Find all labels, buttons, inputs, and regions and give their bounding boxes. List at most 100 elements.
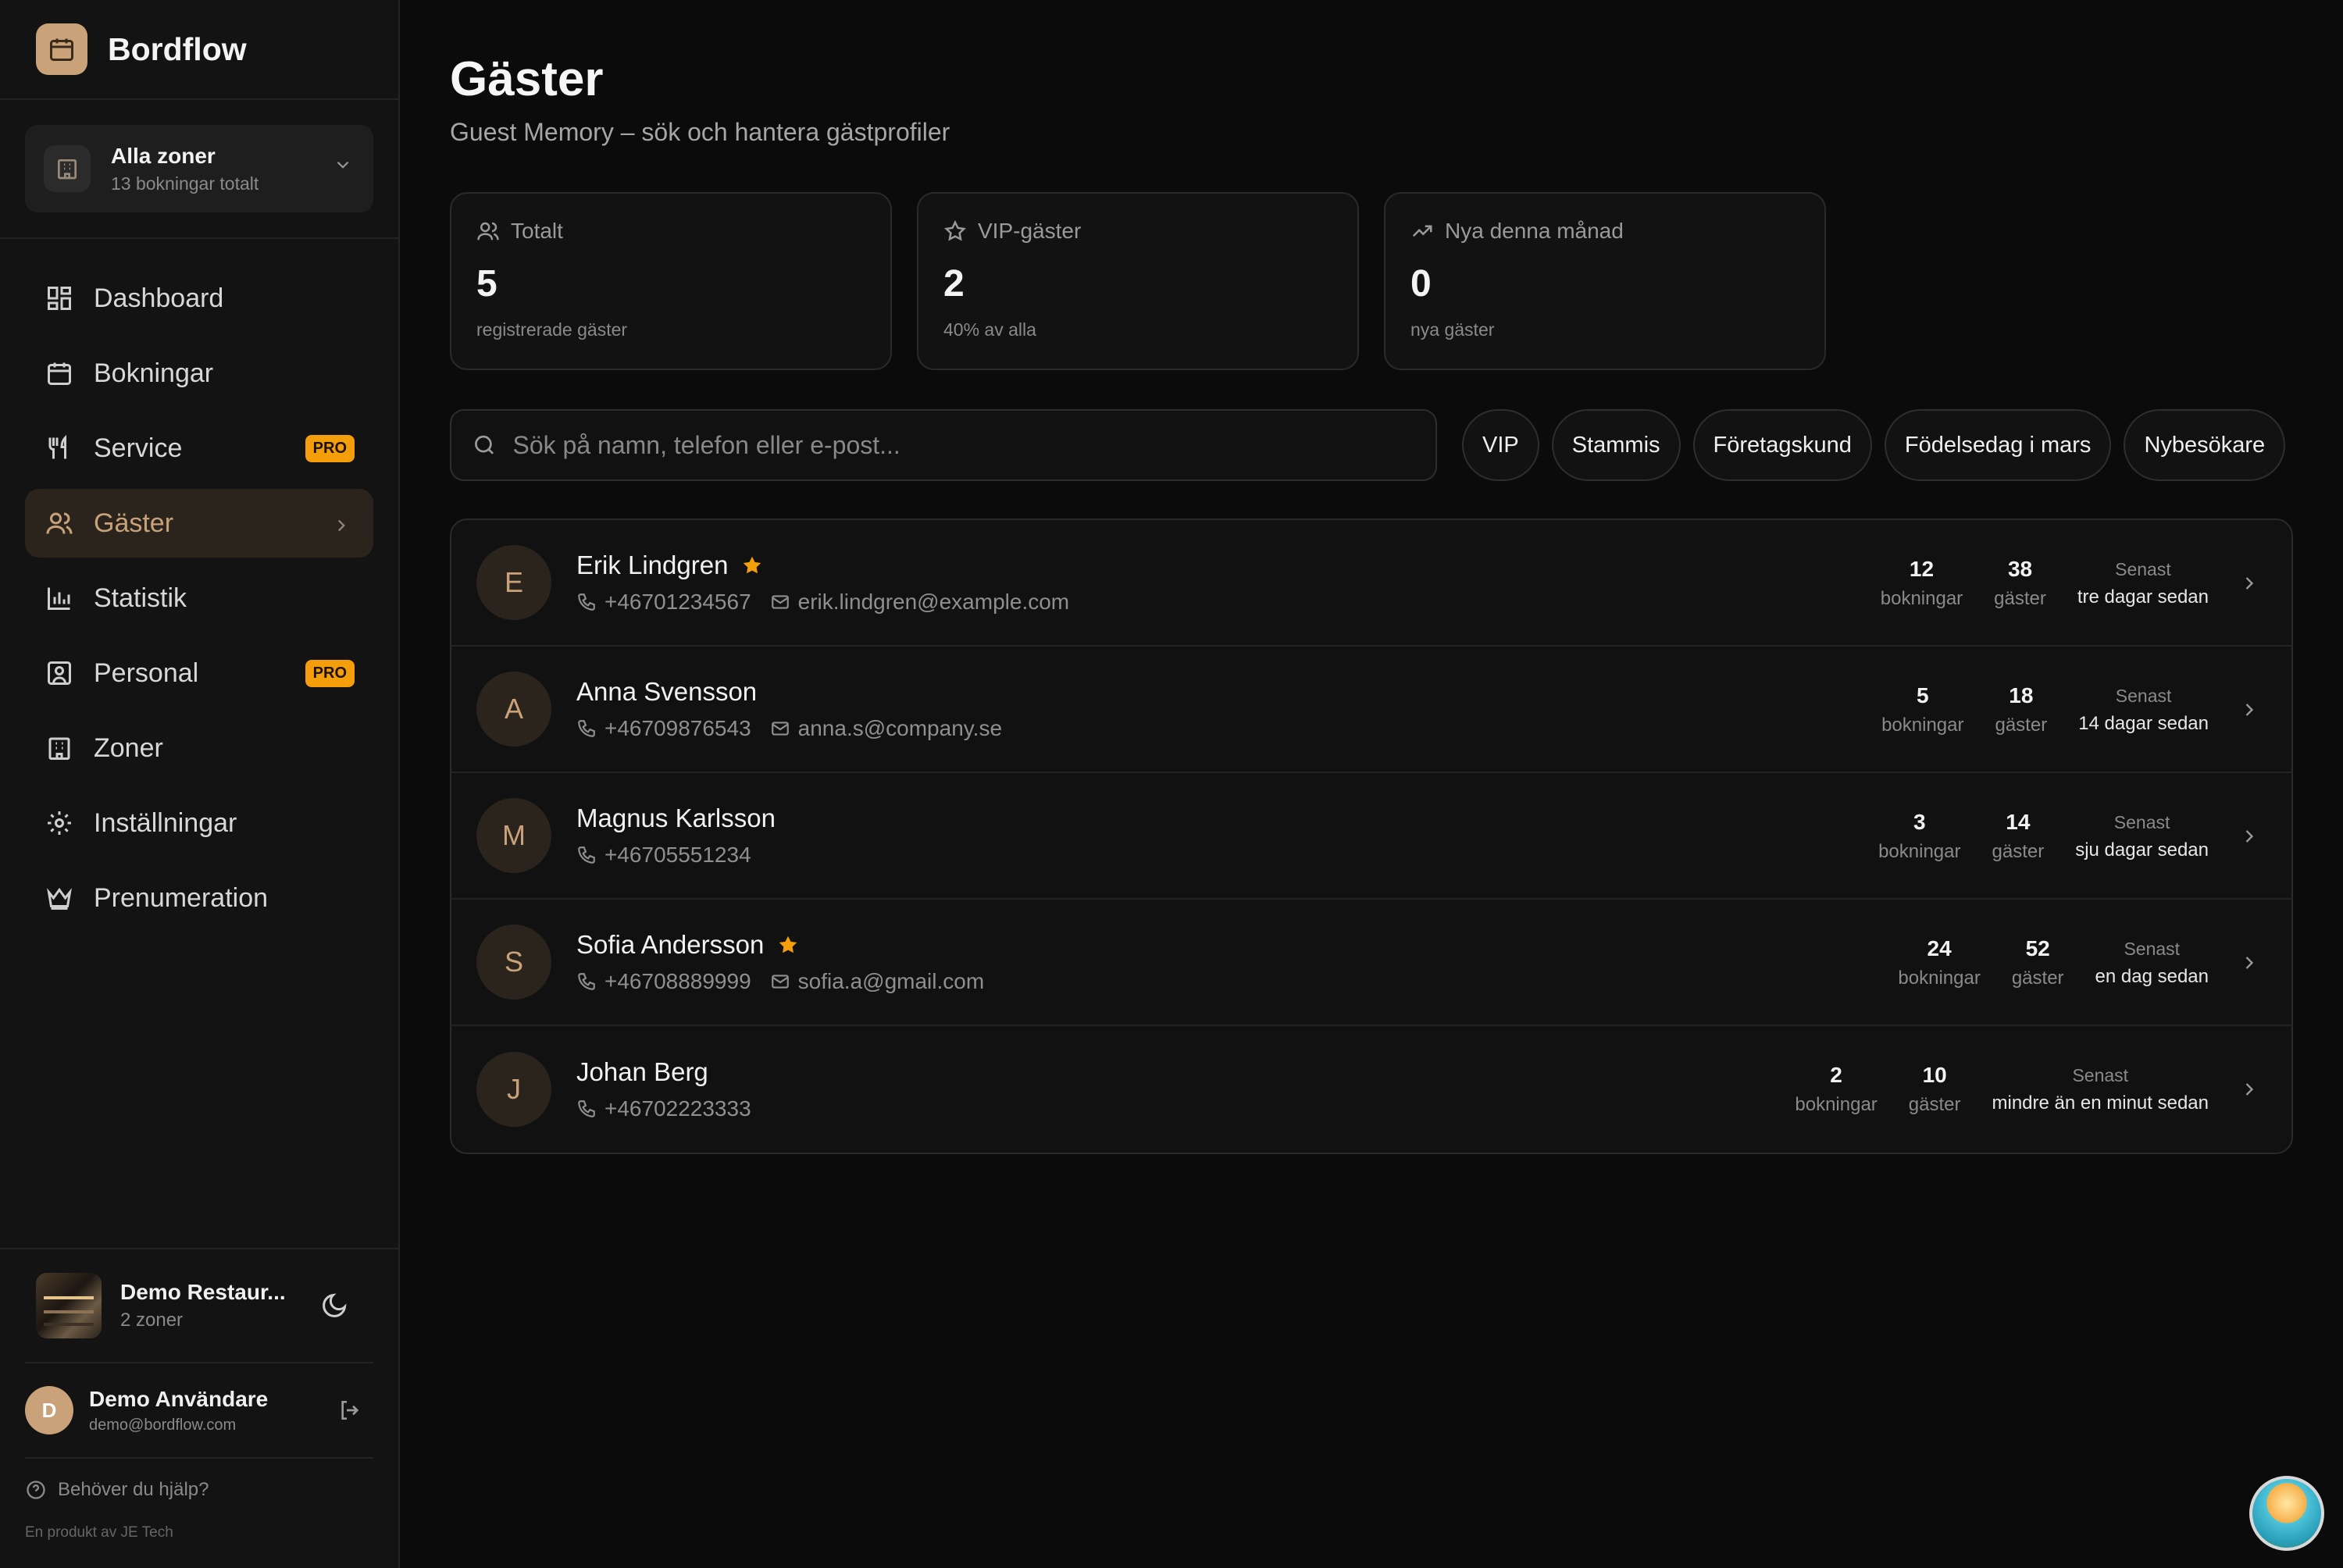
- zone-selector[interactable]: Alla zoner 13 bokningar totalt: [25, 125, 373, 212]
- building-icon: [44, 732, 75, 764]
- help-circle-icon: [27, 1481, 45, 1499]
- last-label: Senast: [2113, 811, 2170, 832]
- chevron-right-icon: [2245, 577, 2254, 590]
- calendar-logo-icon: [36, 23, 87, 75]
- nav-item-statistik[interactable]: Statistik: [25, 564, 373, 633]
- stat-card-total: Totalt 5 registrerade gäster: [450, 192, 892, 370]
- nav-label: Service: [94, 433, 183, 463]
- phone-icon: [578, 720, 595, 737]
- phone-icon: [578, 1100, 595, 1117]
- filter-chip-nybesokare[interactable]: Nybesökare: [2124, 409, 2286, 481]
- stat-card-vip: VIP-gäster 2 40% av alla: [917, 192, 1359, 370]
- guest-email: erik.lindgren@example.com: [797, 590, 1070, 614]
- restaurant-name: Demo Restaur...: [120, 1280, 286, 1304]
- guest-count: 38: [2007, 557, 2033, 581]
- guest-row[interactable]: S Sofia Andersson +46708889999 sofia.a@g…: [451, 900, 2291, 1026]
- nav-item-personal[interactable]: Personal PRO: [25, 639, 373, 707]
- guest-phone: +46701234567: [604, 590, 751, 614]
- last-label: Senast: [2115, 558, 2171, 579]
- nav-label: Personal: [94, 657, 199, 688]
- guest-last-visit: mindre än en minut sedan: [1992, 1092, 2209, 1114]
- guest-row[interactable]: J Johan Berg +46702223333 2 bokningar 10 g…: [451, 1026, 2291, 1153]
- search-input[interactable]: [512, 430, 1415, 460]
- guest-row[interactable]: E Erik Lindgren +46701234567 erik.lindgr…: [451, 520, 2291, 647]
- stat-value: 0: [1410, 263, 1432, 305]
- guest-list: E Erik Lindgren +46701234567 erik.lindgr…: [450, 519, 2293, 1154]
- guest-phone: +46709876543: [604, 716, 751, 740]
- mail-icon: [771, 595, 789, 609]
- stat-label: VIP-gäster: [978, 219, 1082, 243]
- chevron-right-icon: [2245, 704, 2254, 716]
- main-nav: Dashboard Bokningar Service PRO Gäster S…: [0, 239, 398, 964]
- building-icon: [44, 145, 91, 192]
- phone-icon: [578, 973, 595, 990]
- crown-icon: [44, 882, 75, 914]
- gear-icon: [44, 807, 75, 839]
- filter-chip-vip[interactable]: VIP: [1462, 409, 1539, 481]
- nav-item-prenumeration[interactable]: Prenumeration: [25, 864, 373, 932]
- guest-count: 14: [2006, 810, 2031, 834]
- help-label: Behöver du hjälp?: [58, 1479, 209, 1500]
- guest-avatar: M: [476, 798, 551, 873]
- guest-count: 18: [2009, 683, 2034, 707]
- guests-label: gäster: [2011, 968, 2064, 989]
- restaurant-image: [36, 1273, 102, 1338]
- help-link[interactable]: Behöver du hjälp?: [25, 1479, 373, 1501]
- guest-phone: +46705551234: [604, 843, 751, 867]
- nav-item-gaster[interactable]: Gäster: [25, 489, 373, 558]
- guest-last-visit: sju dagar sedan: [2075, 839, 2209, 861]
- restaurant-switcher[interactable]: Demo Restaur... 2 zoner: [0, 1248, 398, 1362]
- guest-name: Anna Svensson: [576, 677, 758, 706]
- chevron-right-icon: [331, 512, 351, 543]
- nav-label: Bokningar: [94, 358, 214, 388]
- calendar-icon: [44, 358, 75, 389]
- filter-chip-foretagskund[interactable]: Företagskund: [1692, 409, 1872, 481]
- users-icon: [477, 222, 499, 241]
- guest-phone: +46708889999: [604, 969, 751, 993]
- guest-name: Erik Lindgren: [576, 551, 729, 579]
- guest-last-visit: en dag sedan: [2095, 965, 2209, 987]
- nav-item-dashboard[interactable]: Dashboard: [25, 264, 373, 333]
- pro-badge: PRO: [305, 434, 355, 462]
- moon-icon[interactable]: [320, 1292, 348, 1324]
- filter-chip-stammis[interactable]: Stammis: [1551, 409, 1681, 481]
- nav-item-zoner[interactable]: Zoner: [25, 714, 373, 782]
- brand-name: Bordflow: [108, 30, 247, 67]
- pro-badge: PRO: [305, 659, 355, 687]
- mail-icon: [771, 722, 789, 736]
- nav-item-service[interactable]: Service PRO: [25, 414, 373, 483]
- guest-avatar: S: [476, 925, 551, 1000]
- guests-label: gäster: [1994, 588, 2046, 609]
- vip-star-icon: [779, 935, 797, 953]
- guest-phone: +46702223333: [604, 1096, 751, 1121]
- nav-item-installningar[interactable]: Inställningar: [25, 789, 373, 857]
- brand[interactable]: Bordflow: [0, 0, 398, 100]
- user-profile[interactable]: D Demo Användare demo@bordflow.com: [25, 1362, 373, 1457]
- zone-subtitle: 13 bokningar totalt: [111, 173, 259, 194]
- guest-row[interactable]: M Magnus Karlsson +46705551234 3 bokninga…: [451, 773, 2291, 900]
- guest-bookings: 3: [1913, 810, 1926, 834]
- stat-card-new: Nya denna månad 0 nya gäster: [1384, 192, 1826, 370]
- logout-icon[interactable]: [337, 1398, 362, 1427]
- bookings-label: bokningar: [1878, 841, 1961, 862]
- credit-text: En produkt av JE Tech: [25, 1524, 173, 1541]
- nav-label: Zoner: [94, 732, 163, 763]
- guests-label: gäster: [1908, 1094, 1961, 1115]
- guest-last-visit: tre dagar sedan: [2077, 586, 2209, 608]
- nav-item-bokningar[interactable]: Bokningar: [25, 339, 373, 408]
- nav-label: Inställningar: [94, 807, 237, 838]
- guest-row[interactable]: A Anna Svensson +46709876543 anna.s@comp…: [451, 647, 2291, 773]
- avatar: D: [25, 1386, 73, 1434]
- trending-up-icon: [1412, 225, 1432, 237]
- phone-icon: [578, 593, 595, 611]
- sidebar: Bordflow Alla zoner 13 bokningar totalt …: [0, 0, 400, 1568]
- chevron-right-icon: [2245, 957, 2254, 969]
- stat-label: Nya denna månad: [1445, 219, 1624, 243]
- page-subtitle: Guest Memory – sök och hantera gästprofi…: [450, 118, 950, 146]
- last-label: Senast: [2115, 685, 2172, 706]
- search-icon: [475, 435, 494, 454]
- filter-chip-fodelsedag[interactable]: Födelsedag i mars: [1884, 409, 2112, 481]
- assistant-avatar-button[interactable]: [2249, 1476, 2324, 1551]
- guests-label: gäster: [1992, 841, 2045, 862]
- stats-row: Totalt 5 registrerade gäster VIP-gäster …: [450, 192, 2293, 370]
